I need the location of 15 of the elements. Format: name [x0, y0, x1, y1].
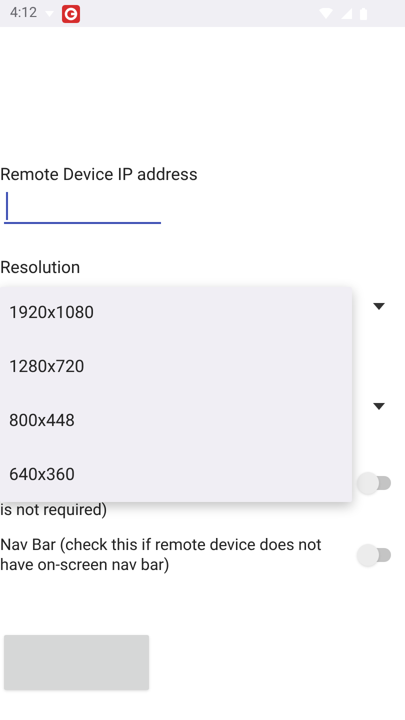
dropdown-option[interactable]: 1280x720: [0, 341, 352, 395]
switch-label: is not required): [0, 500, 108, 520]
switch-label: Nav Bar (check this if remote device does not have on-screen nav bar): [0, 535, 322, 575]
dropdown-option[interactable]: 640x360: [0, 449, 352, 503]
resolution-label: Resolution: [0, 258, 82, 278]
status-time: 4:12: [10, 4, 37, 23]
dropdown-arrow-icon[interactable]: [373, 402, 385, 410]
toggle-switch[interactable]: [357, 544, 393, 566]
dropdown-option[interactable]: 800x448: [0, 395, 352, 449]
app-notification-icon: [62, 4, 80, 22]
text-cursor: [6, 192, 8, 220]
toggle-switch[interactable]: [357, 472, 393, 494]
ip-address-label: Remote Device IP address: [0, 165, 199, 185]
dropdown-arrow-icon[interactable]: [373, 302, 385, 310]
dropdown-option[interactable]: 1920x1080: [0, 287, 352, 341]
